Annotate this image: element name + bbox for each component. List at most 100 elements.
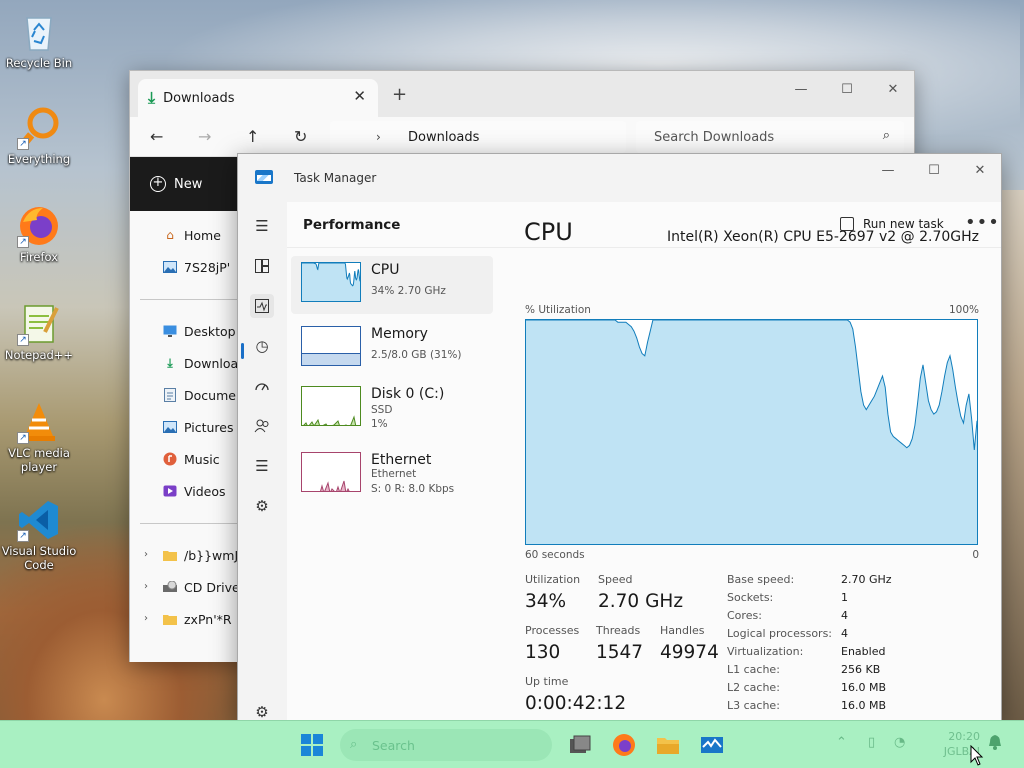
file-explorer-taskbar-icon[interactable] — [656, 733, 680, 757]
network-icon[interactable]: ▯ — [868, 735, 875, 750]
sidebar-item-gallery[interactable]: 7S28jP' — [162, 257, 238, 277]
spec-value: 4 — [841, 609, 848, 622]
cpu-thumbnail-graph — [302, 263, 360, 301]
chevron-right-icon[interactable]: › — [144, 613, 148, 624]
desktop-icon-firefox[interactable]: ↗ Firefox — [0, 204, 78, 264]
taskbar: ⌕ Search ⌃ ▯ ◔ 20:20 JGLBAI — [0, 720, 1024, 768]
spec-label: L1 cache: — [727, 663, 780, 676]
x-axis-left-label: 60 seconds — [525, 549, 585, 561]
sidebar-item-documents[interactable]: Documents — [162, 385, 238, 405]
vscode-icon: ↗ — [17, 498, 61, 542]
sidebar-item-label: Desktop — [184, 323, 236, 339]
desktop-icon-label: Notepad++ — [4, 348, 74, 362]
spec-value: Enabled — [841, 645, 886, 658]
sidebar-item-home[interactable]: ⌂ Home — [162, 225, 238, 245]
tab-close-button[interactable]: ✕ — [353, 87, 366, 105]
spec-value: 2.70 GHz — [841, 573, 892, 586]
minimize-button[interactable]: — — [865, 158, 911, 184]
performance-page: Performance Run new task ••• CPU 34% 2.7… — [287, 202, 1001, 721]
sidebar-item-drive[interactable]: /b}}wmJ — [162, 545, 238, 565]
back-arrow-icon[interactable]: ← — [150, 127, 163, 146]
clock-time: 20:20 — [948, 730, 980, 743]
notification-bell-icon[interactable] — [988, 734, 1002, 754]
users-icon[interactable] — [250, 414, 274, 438]
details-icon[interactable]: ☰ — [250, 454, 274, 478]
maximize-button[interactable]: ☐ — [911, 158, 957, 184]
sidebar-item-videos[interactable]: Videos — [162, 481, 238, 501]
chevron-right-icon[interactable]: › — [144, 549, 148, 560]
sidebar-item-label: Pictures — [184, 419, 234, 435]
sidebar-divider — [140, 523, 238, 524]
resource-item-disk[interactable]: Disk 0 (C:) SSD 1% — [291, 380, 493, 438]
sidebar-item-downloads[interactable]: ⤓ Downloads — [162, 353, 238, 373]
video-icon — [162, 483, 178, 499]
maximize-button[interactable]: ☐ — [824, 77, 870, 103]
chevron-up-icon[interactable]: ⌃ — [836, 735, 847, 750]
close-button[interactable]: ✕ — [870, 77, 916, 103]
explorer-tab[interactable]: ⤓ Downloads ✕ — [138, 79, 378, 117]
music-icon — [162, 451, 178, 467]
resource-item-ethernet[interactable]: Ethernet Ethernet S: 0 R: 8.0 Kbps — [291, 446, 493, 504]
active-indicator — [241, 343, 244, 359]
app-history-icon[interactable]: ◷ — [250, 334, 274, 358]
startup-apps-icon[interactable] — [250, 374, 274, 398]
task-manager-taskbar-icon[interactable] — [700, 733, 724, 757]
sidebar-item-pictures[interactable]: Pictures — [162, 417, 238, 437]
search-icon: ⌕ — [882, 128, 890, 143]
spec-value: 1 — [841, 591, 848, 604]
explorer-search-input[interactable]: Search Downloads ⌕ — [636, 121, 904, 153]
resource-name: Disk 0 (C:) — [371, 386, 445, 402]
firefox-taskbar-icon[interactable] — [612, 733, 636, 757]
y-axis-label: % Utilization — [525, 304, 591, 316]
task-manager-window-controls: — ☐ ✕ — [865, 158, 1003, 184]
sidebar-item-label: /b}}wmJ — [184, 547, 238, 563]
page-title: Performance — [303, 217, 401, 233]
performance-icon[interactable] — [250, 294, 274, 318]
start-menu-icon[interactable] — [300, 733, 324, 757]
sidebar-item-music[interactable]: Music — [162, 449, 238, 469]
chevron-right-icon[interactable]: › — [144, 581, 148, 592]
ethernet-thumbnail — [301, 452, 361, 492]
sidebar-item-label: CD Drive ( — [184, 579, 238, 595]
desktop-icon-notepadpp[interactable]: ↗ Notepad++ — [0, 302, 78, 362]
vlc-icon: ↗ — [17, 400, 61, 444]
sidebar-item-label: Downloads — [184, 355, 238, 371]
window-title: Task Manager — [294, 171, 377, 185]
close-button[interactable]: ✕ — [957, 158, 1003, 184]
processes-label: Processes — [525, 624, 580, 637]
volume-icon[interactable]: ◔ — [894, 735, 905, 750]
task-view-icon[interactable] — [568, 733, 592, 757]
sidebar-item-cd-drive[interactable]: CD Drive ( — [162, 577, 238, 597]
refresh-icon[interactable]: ↻ — [294, 127, 307, 146]
sidebar-item-label: Home — [184, 227, 221, 243]
desktop-icon-vscode[interactable]: ↗ Visual Studio Code — [0, 498, 78, 572]
desktop-icon-everything[interactable]: ↗ Everything — [0, 106, 78, 166]
explorer-sidebar: ⌂ Home 7S28jP' Desktop ⤓ Downloads Docum… — [130, 211, 238, 662]
processes-icon[interactable] — [250, 254, 274, 278]
search-placeholder: Search Downloads — [654, 129, 775, 145]
search-icon: ⌕ — [350, 737, 358, 752]
speed-value: 2.70 GHz — [598, 591, 684, 612]
taskbar-search-input[interactable]: ⌕ Search — [340, 729, 552, 761]
ethernet-thumbnail-graph — [320, 480, 350, 491]
uptime-value: 0:00:42:12 — [525, 693, 627, 714]
sidebar-item-drive[interactable]: zxPn'*R — [162, 609, 238, 629]
spec-label: Virtualization: — [727, 645, 804, 658]
forward-arrow-icon[interactable]: → — [198, 127, 211, 146]
new-tab-button[interactable]: + — [392, 84, 407, 105]
address-bar[interactable]: › Downloads — [330, 121, 626, 153]
sidebar-item-desktop[interactable]: Desktop — [162, 321, 238, 341]
desktop-icon-vlc[interactable]: ↗ VLC media player — [0, 400, 78, 474]
desktop-icon-recycle-bin[interactable]: Recycle Bin — [0, 10, 78, 70]
resource-item-memory[interactable]: Memory 2.5/8.0 GB (31%) — [291, 320, 493, 378]
hamburger-menu-icon[interactable]: ☰ — [250, 214, 274, 238]
address-crumb[interactable]: Downloads — [408, 130, 479, 145]
y-max-label: 100% — [948, 304, 979, 316]
minimize-button[interactable]: — — [778, 77, 824, 103]
up-arrow-icon[interactable]: ↑ — [246, 127, 259, 146]
spec-value: 4 — [841, 627, 848, 640]
new-button[interactable]: + New — [130, 157, 238, 211]
resource-item-cpu[interactable]: CPU 34% 2.70 GHz — [291, 256, 493, 314]
services-icon[interactable]: ⚙ — [250, 494, 274, 518]
image-icon — [162, 259, 178, 275]
